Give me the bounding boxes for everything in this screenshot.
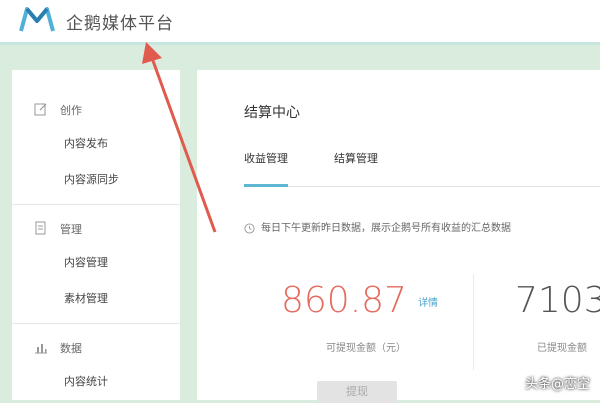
top-bar: 企鹅媒体平台 — [0, 0, 600, 45]
clock-icon — [244, 222, 255, 234]
notice-text: 每日下午更新昨日数据，展示企鹅号所有收益的汇总数据 — [261, 223, 511, 234]
nav-group-label: 创作 — [60, 104, 82, 117]
nav-group-data: 数据 内容统计 — [12, 330, 180, 400]
brand-name[interactable]: 企鹅媒体平台 — [66, 9, 174, 34]
withdrawable-section: 860.87 详情 可提现金额（元） — [281, 280, 481, 354]
withdrawable-amount: 860.87 — [281, 280, 407, 321]
withdrawn-label: 已提现金额 — [537, 343, 587, 354]
withdrawn-section: 7103 已提现金额 — [515, 280, 600, 354]
sidebar-item-content-stats[interactable]: 内容统计 — [12, 364, 180, 400]
sidebar: 创作 内容发布 内容源同步 管理 内容管理 素材管理 数据 内容统计 — [12, 70, 180, 400]
divider — [12, 204, 180, 205]
watermark: 头条@恋空 — [524, 377, 590, 392]
withdrawable-label: 可提现金额（元） — [326, 343, 406, 354]
nav-group-manage: 管理 内容管理 素材管理 — [12, 211, 180, 317]
tab-earnings-management[interactable]: 收益管理 — [244, 150, 288, 187]
sidebar-item-content-sync[interactable]: 内容源同步 — [12, 162, 180, 198]
nav-group-label: 管理 — [60, 223, 82, 236]
tab-bar: 收益管理 结算管理 — [244, 150, 600, 187]
edit-icon — [34, 103, 47, 116]
document-icon — [35, 221, 46, 235]
main-panel: 结算中心 收益管理 结算管理 每日下午更新昨日数据，展示企鹅号所有收益的汇总数据… — [197, 70, 600, 403]
notice: 每日下午更新昨日数据，展示企鹅号所有收益的汇总数据 — [244, 219, 511, 234]
sidebar-item-content-manage[interactable]: 内容管理 — [12, 245, 180, 281]
m-logo-icon[interactable] — [18, 6, 56, 34]
sidebar-item-material-manage[interactable]: 素材管理 — [12, 281, 180, 317]
sidebar-item-content-publish[interactable]: 内容发布 — [12, 126, 180, 162]
withdrawn-amount: 7103 — [515, 280, 600, 321]
nav-group-label: 数据 — [60, 342, 82, 355]
page-title: 结算中心 — [244, 105, 300, 121]
tab-settlement-management[interactable]: 结算管理 — [334, 150, 378, 184]
bar-chart-icon — [35, 344, 47, 354]
divider — [473, 274, 474, 370]
divider — [12, 323, 180, 324]
details-link[interactable]: 详情 — [418, 298, 438, 309]
nav-group-create: 创作 内容发布 内容源同步 — [12, 92, 180, 198]
